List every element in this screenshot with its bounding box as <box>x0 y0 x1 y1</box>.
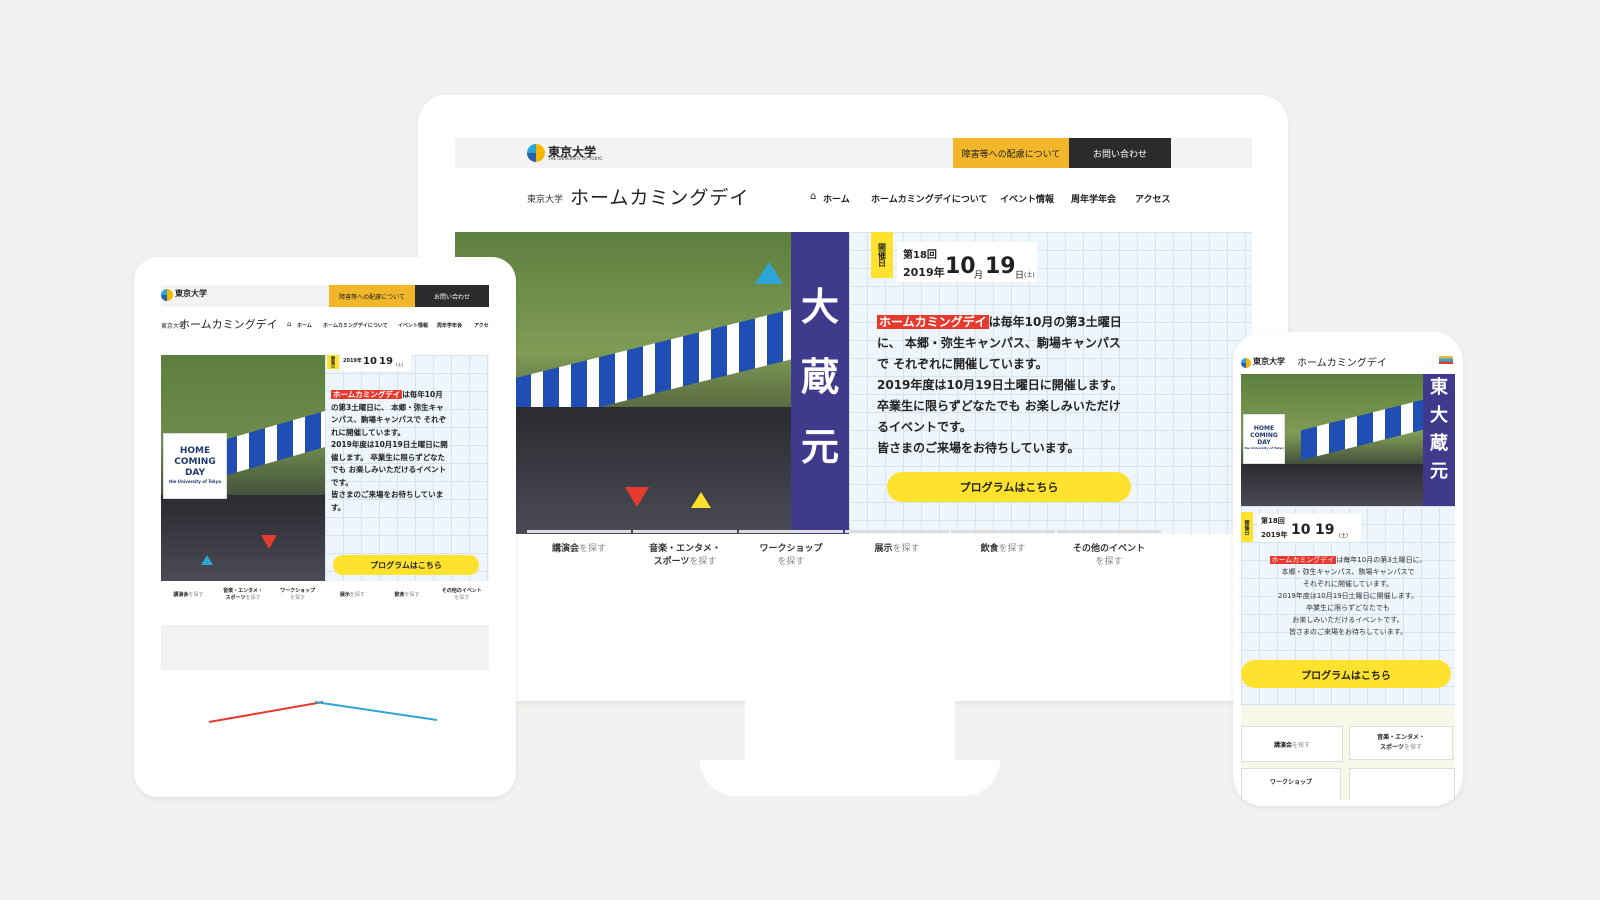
category-music-sports[interactable]: 音楽・エンタメ・ スポーツを探す <box>633 530 737 568</box>
hero-photo: 東大蔵元 HOME COMING DAY the University of T… <box>1241 374 1455 506</box>
program-button[interactable]: プログラムはこちら <box>1241 660 1451 688</box>
date-badge: 開催日 <box>327 355 339 369</box>
accessibility-button[interactable]: 障害等への配慮について <box>329 285 415 307</box>
contact-button[interactable]: お問い合わせ <box>1069 138 1171 168</box>
phone-category-area: 講演会 を探す 音楽・エンタメ・ スポーツを探す ワークショップ <box>1241 706 1455 800</box>
event-edition: 第18回 <box>903 250 937 261</box>
event-weekday: (土) <box>1024 272 1035 279</box>
event-day-unit: 日 <box>1015 271 1025 281</box>
home-icon: ⌂ <box>287 320 292 328</box>
category-lectures[interactable]: 講演会を探す <box>527 530 631 556</box>
nav-events[interactable]: イベント情報 <box>398 322 428 329</box>
event-year: 2019年 <box>903 266 945 279</box>
nav-access[interactable]: アクセス <box>1135 192 1171 205</box>
roof-line-decoration <box>208 701 438 723</box>
hero-text-line: に、 本郷・弥生キャンパス、駒場キャンパス <box>877 336 1121 350</box>
category-list: 講演会を探す 音楽・エンタメ・ スポーツを探す ワークショップ を探す 展示を探す … <box>161 581 489 611</box>
flag-triangle-icon <box>755 262 783 284</box>
university-logo-icon <box>1241 358 1251 368</box>
event-date-box: 第18回 2019年 10 19 (土) <box>1257 514 1361 542</box>
homecoming-logo: HOME COMING DAY the University of Tokyo <box>1243 414 1285 464</box>
university-logo-icon <box>527 144 545 162</box>
desktop-screen: 東京大学 THE UNIVERSITY OF TOKYO 障害等への配慮について… <box>455 138 1252 600</box>
hero-text-line: 皆さまのご来場をお待ちしています。 <box>877 441 1080 455</box>
nav-about[interactable]: ホームカミングデイについて <box>323 322 388 329</box>
nav-anniversary[interactable]: 周年学年会 <box>437 322 462 329</box>
event-date-box: 第18回 2019年 10 月 19 日 (土) <box>897 242 1037 282</box>
tent-photo-element <box>1301 397 1431 461</box>
site-title-prefix: 東京大学 <box>527 195 564 205</box>
nav-anniversary[interactable]: 周年学年会 <box>1071 192 1116 205</box>
program-button[interactable]: プログラムはこちら <box>887 472 1131 502</box>
hero-description: ホームカミングデイ は毎年10月 の第3土曜日に、 本郷・弥生キャ ンパス、駒場キ… <box>331 390 448 512</box>
site-title[interactable]: ホームカミングデイ <box>179 316 278 332</box>
category-lectures[interactable]: 講演会を探す <box>161 581 216 611</box>
tablet-gray-section <box>161 625 489 670</box>
program-button[interactable]: プログラムはこちら <box>333 555 479 575</box>
hero-info-panel: 開催日 第18回 2019年 10 月 19 日 (土) ホームカミングデイ は毎… <box>849 232 1252 534</box>
hero-description: ホームカミングデイ は毎年10月の第3土曜日に、 本郷・弥生キャンパス、駒場キャン… <box>1269 556 1427 636</box>
site-title[interactable]: ホームカミングデイ <box>1297 354 1387 369</box>
university-logo-text[interactable]: 東京大学 <box>175 288 207 299</box>
category-card[interactable] <box>1349 768 1455 800</box>
flag-triangle-icon <box>261 535 277 549</box>
highlight-homecoming: ホームカミングデイ <box>877 315 989 329</box>
university-logo-subtext: THE UNIVERSITY OF TOKYO <box>548 156 603 161</box>
hero-text-line: 卒業生に限らずどなたでも お楽しみいただけ <box>877 399 1121 413</box>
purple-banner: 大蔵元 <box>791 232 849 534</box>
menu-icon[interactable] <box>1439 356 1453 364</box>
hero-text-line: 2019年度は10月19日土曜日に開催します。 <box>877 378 1123 392</box>
category-music-sports[interactable]: 音楽・エンタメ・ スポーツを探す <box>1349 726 1453 760</box>
hero-text-line: るイベントです。 <box>877 420 972 434</box>
homecoming-logo: HOME COMING DAY the University of Tokyo <box>163 433 227 499</box>
category-music-sports[interactable]: 音楽・エンタメ・ スポーツを探す <box>216 581 271 611</box>
university-logo-text[interactable]: 東京大学 <box>1253 356 1285 367</box>
accessibility-button[interactable]: 障害等への配慮について <box>953 138 1069 168</box>
category-workshop[interactable]: ワークショップ を探す <box>270 581 325 611</box>
category-other[interactable]: その他のイベント を探す <box>1057 530 1161 568</box>
category-exhibition[interactable]: 展示を探す <box>325 581 380 611</box>
tablet-top-bar: 東京大学 障害等への配慮について お問い合わせ <box>161 285 489 307</box>
hero-text-line: で それぞれに開催しています。 <box>877 357 1048 371</box>
university-logo-icon <box>161 289 173 301</box>
hero-description: ホームカミングデイ は毎年10月の第3土曜日 に、 本郷・弥生キャンパス、駒場キャ… <box>877 312 1237 459</box>
category-other[interactable]: その他のイベント を探す <box>434 581 489 611</box>
category-workshop[interactable]: ワークショップ <box>1241 768 1341 800</box>
hero-info-panel: 開催日 2019年 10 19 (土) ホームカミングデイ は毎年10月 の第3土… <box>325 355 489 581</box>
category-exhibition[interactable]: 展示を探す <box>845 530 949 556</box>
phone-screen: 東京大学 ホームカミングデイ 東大蔵元 HOME COMING DAY the … <box>1241 354 1455 800</box>
contact-button[interactable]: お問い合わせ <box>415 285 489 307</box>
nav-about[interactable]: ホームカミングデイについて <box>871 192 987 205</box>
category-food[interactable]: 飲食を探す <box>951 530 1055 556</box>
desktop-top-bar: 東京大学 THE UNIVERSITY OF TOKYO 障害等への配慮について… <box>455 138 1252 168</box>
crowd-photo-element <box>161 495 325 581</box>
date-badge: 開催日 <box>871 232 893 278</box>
tent-photo-element <box>221 409 325 477</box>
hero-photo: HOME COMING DAY the University of Tokyo <box>161 355 325 581</box>
flag-triangle-icon <box>691 492 711 508</box>
category-lectures[interactable]: 講演会を探す <box>1241 726 1343 762</box>
monitor-stand-base <box>700 760 1000 796</box>
date-badge: 開催日 <box>1241 512 1253 542</box>
home-icon: ⌂ <box>810 191 817 202</box>
event-date-box: 2019年 10 19 (土) <box>341 355 411 371</box>
nav-events[interactable]: イベント情報 <box>1000 192 1054 205</box>
hero-text-line: は毎年10月の第3土曜日 <box>988 315 1122 329</box>
nav-home[interactable]: ホーム <box>297 322 312 329</box>
hero-info-panel: 開催日 第18回 2019年 10 19 (土) ホームカミングデイ は毎年10月… <box>1241 506 1455 800</box>
event-day: 19 <box>985 254 1016 279</box>
flag-triangle-icon <box>201 555 213 565</box>
tablet-screen: 東京大学 障害等への配慮について お問い合わせ 東京大学 ホームカミングデイ ⌂… <box>161 285 489 670</box>
nav-home[interactable]: ホーム <box>823 192 850 205</box>
category-food[interactable]: 飲食を探す <box>380 581 435 611</box>
flag-triangle-icon <box>625 487 649 507</box>
site-title[interactable]: ホームカミングデイ <box>570 183 749 210</box>
monitor-stand-neck <box>745 700 955 762</box>
event-month-unit: 月 <box>974 271 984 281</box>
category-workshop[interactable]: ワークショップ を探す <box>739 530 843 568</box>
nav-access[interactable]: アクセ <box>474 322 489 329</box>
event-month: 10 <box>945 254 976 279</box>
purple-banner: 東大蔵元 <box>1423 374 1455 506</box>
